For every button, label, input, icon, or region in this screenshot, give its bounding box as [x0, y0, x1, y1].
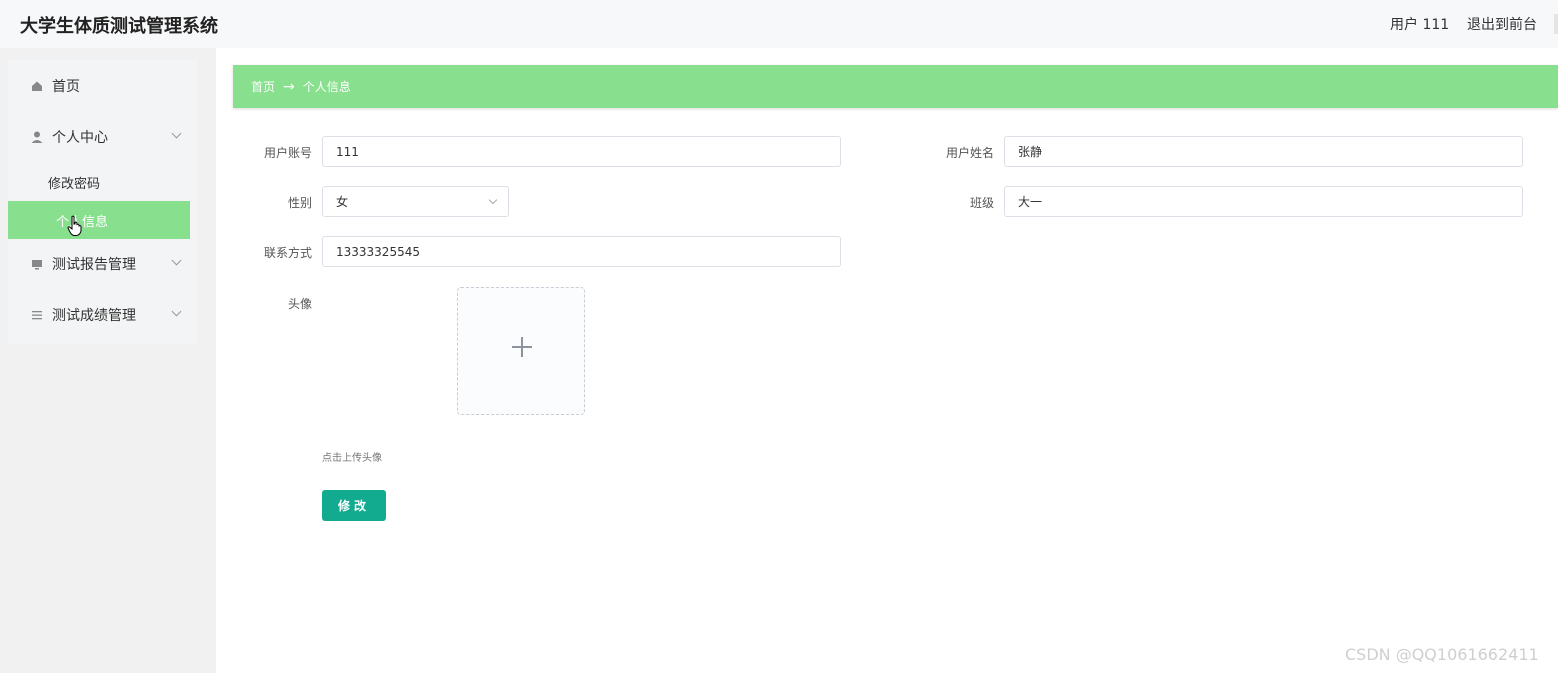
class-label: 班级 — [969, 196, 994, 210]
current-user-label: 用户 111 — [1390, 17, 1450, 33]
sidebar-item-label: 首页 — [52, 79, 80, 95]
sidebar-item-test-scores[interactable]: 测试成绩管理 — [8, 290, 190, 340]
submit-button[interactable]: 修改 — [322, 490, 386, 521]
top-bar-edge — [1554, 14, 1558, 34]
chevron-down-icon — [171, 128, 182, 139]
submenu-item-label: 修改密码 — [48, 176, 101, 192]
upload-hint: 点击上传头像 — [322, 453, 382, 464]
breadcrumb-current: 个人信息 — [302, 80, 351, 94]
submenu-item-personal-info[interactable]: 个人信息 — [8, 201, 190, 239]
class-value: 大一 — [1018, 195, 1043, 209]
account-value: 111 — [336, 144, 359, 159]
avatar-uploader[interactable] — [457, 287, 585, 415]
sidebar-item-personal-center[interactable]: 个人中心 — [8, 112, 190, 162]
sidebar-item-label: 测试报告管理 — [52, 257, 136, 273]
chevron-down-icon — [171, 255, 182, 266]
account-label: 用户账号 — [263, 146, 312, 160]
sidebar-item-label: 测试成绩管理 — [52, 308, 136, 324]
chevron-down-icon — [488, 195, 498, 205]
top-bar: 大学生体质测试管理系统 用户 111 退出到前台 — [0, 0, 1558, 48]
phone-value: 13333325545 — [336, 244, 420, 259]
gender-label: 性别 — [287, 196, 312, 210]
monitor-icon — [30, 257, 44, 271]
gender-value: 女 — [336, 195, 349, 209]
phone-label: 联系方式 — [263, 246, 312, 260]
avatar-label: 头像 — [287, 297, 312, 311]
plus-icon-vertical — [521, 337, 523, 357]
exit-to-frontend-link[interactable]: 退出到前台 — [1467, 14, 1537, 34]
home-icon — [30, 79, 44, 93]
breadcrumb-home-link[interactable]: 首页 — [251, 78, 275, 95]
name-label: 用户姓名 — [945, 146, 994, 160]
submenu-item-change-password[interactable]: 修改密码 — [8, 163, 190, 201]
breadcrumb-arrow-icon: → — [283, 78, 295, 95]
sidebar-item-label: 个人中心 — [52, 130, 108, 146]
hand-cursor-icon — [67, 215, 82, 236]
phone-field[interactable]: 13333325545 — [322, 236, 841, 267]
account-field[interactable]: 111 — [322, 136, 841, 167]
user-icon — [30, 130, 44, 144]
app-title: 大学生体质测试管理系统 — [20, 16, 218, 37]
list-icon — [30, 308, 44, 322]
watermark: CSDN @QQ1061662411 — [1345, 645, 1539, 664]
class-field[interactable]: 大一 — [1004, 186, 1523, 217]
name-field[interactable]: 张静 — [1004, 136, 1523, 167]
breadcrumb: 首页 → 个人信息 — [233, 65, 1558, 108]
chevron-down-icon — [171, 306, 182, 317]
sidebar-item-test-report[interactable]: 测试报告管理 — [8, 239, 190, 289]
name-value: 张静 — [1018, 145, 1043, 159]
sidebar-item-home[interactable]: 首页 — [8, 61, 190, 111]
gender-select[interactable]: 女 — [322, 186, 509, 217]
